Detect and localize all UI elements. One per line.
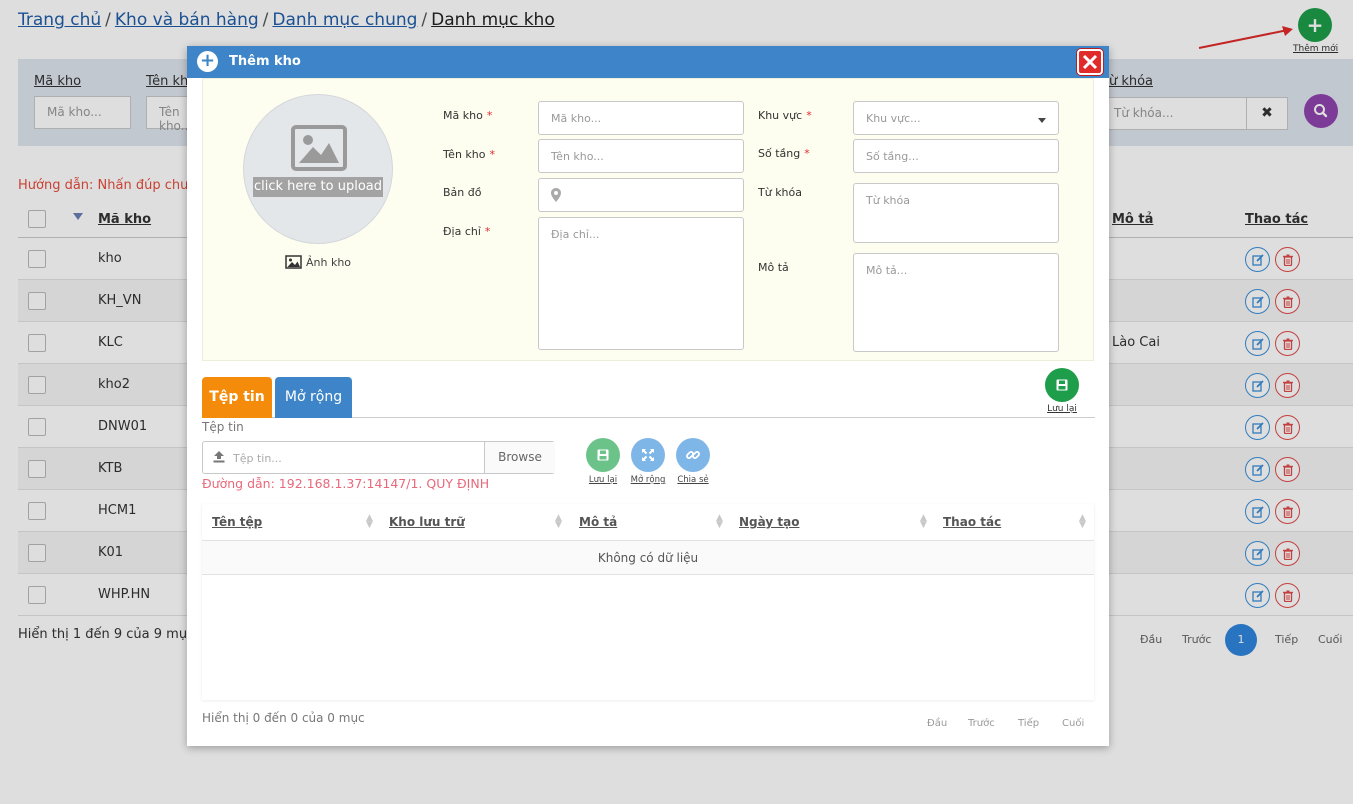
file-placeholder: Tệp tin... <box>233 452 282 465</box>
required-marker: * <box>484 225 491 238</box>
tab-extend[interactable]: Mở rộng <box>275 377 352 418</box>
file-table-show-info: Hiển thị 0 đến 0 của 0 mục <box>202 711 365 725</box>
save-button[interactable]: Lưu lại <box>1045 368 1079 414</box>
add-warehouse-modal: + Thêm kho click here to upload Ảnh kho … <box>187 46 1109 746</box>
plus-circle-icon: + <box>197 51 218 72</box>
modal-tabs: Tệp tin Mở rộng <box>202 377 1095 418</box>
file-expand-button[interactable]: Mở rộng <box>629 438 667 485</box>
khu-vuc-placeholder: Khu vực... <box>866 112 921 125</box>
file-save-button[interactable]: Lưu lại <box>584 438 622 485</box>
so-tang-label-text: Số tầng <box>758 147 801 160</box>
tab-files[interactable]: Tệp tin <box>202 377 272 418</box>
file-pager-next[interactable]: Tiếp <box>1018 718 1039 729</box>
expand-icon <box>642 449 654 461</box>
upload-caption: click here to upload <box>253 177 383 197</box>
browse-button[interactable]: Browse <box>484 442 555 473</box>
file-save-circle <box>586 438 620 472</box>
required-marker: * <box>806 109 812 122</box>
file-table: Tên tệp ▲ ▼ Kho lưu trữ ▲ ▼ Mô tả ▲ ▼ Ngày … <box>202 504 1094 700</box>
chevron-down-icon <box>1038 118 1046 123</box>
modal-title: Thêm kho <box>229 54 301 69</box>
ma-kho-input[interactable]: Mã kho... <box>538 101 744 135</box>
file-pager-first[interactable]: Đầu <box>927 718 947 729</box>
floppy-disk-icon <box>1056 379 1068 391</box>
col-description[interactable]: Mô tả <box>579 515 617 529</box>
close-icon <box>1082 54 1098 70</box>
image-caption: Ảnh kho <box>285 255 351 269</box>
file-expand-label: Mở rộng <box>630 475 666 485</box>
file-path: Đường dẫn: 192.168.1.37:14147/1. QUY ĐỊN… <box>202 476 490 491</box>
upload-icon <box>213 451 225 463</box>
file-pager-prev[interactable]: Trước <box>968 718 995 729</box>
ten-kho-label: Tên kho * <box>443 148 495 161</box>
file-picker[interactable]: Tệp tin... Browse <box>202 441 555 474</box>
col-created-date[interactable]: Ngày tạo <box>739 515 799 529</box>
ma-kho-label-text: Mã kho <box>443 109 483 122</box>
ban-do-label: Bản đồ <box>443 186 482 199</box>
col-storage[interactable]: Kho lưu trữ <box>389 515 465 529</box>
image-caption-text: Ảnh kho <box>306 256 352 269</box>
file-section-label: Tệp tin <box>202 420 244 434</box>
so-tang-input[interactable]: Số tầng... <box>853 139 1059 173</box>
ten-kho-input[interactable]: Tên kho... <box>538 139 744 173</box>
floppy-disk-icon <box>597 449 609 461</box>
so-tang-label: Số tầng * <box>758 147 810 160</box>
dia-chi-label-text: Địa chỉ <box>443 225 481 238</box>
file-expand-circle <box>631 438 665 472</box>
dia-chi-label: Địa chỉ * <box>443 225 490 238</box>
file-pager-last[interactable]: Cuối <box>1062 718 1084 729</box>
save-circle <box>1045 368 1079 402</box>
mo-ta-label: Mô tả <box>758 261 789 274</box>
file-share-circle <box>676 438 710 472</box>
col-file-name[interactable]: Tên tệp <box>212 515 262 529</box>
map-marker-icon <box>551 188 561 202</box>
close-modal-button[interactable] <box>1077 49 1103 75</box>
khu-vuc-label: Khu vực * <box>758 109 812 122</box>
file-table-header: Tên tệp ▲ ▼ Kho lưu trữ ▲ ▼ Mô tả ▲ ▼ Ngày … <box>202 504 1094 541</box>
file-share-button[interactable]: Chia sẻ <box>674 438 712 485</box>
mo-ta-textarea[interactable]: Mô tả... <box>853 253 1059 352</box>
required-marker: * <box>804 147 810 160</box>
modal-header: + Thêm kho <box>187 46 1109 78</box>
file-share-label: Chia sẻ <box>677 475 709 485</box>
empty-table-message: Không có dữ liệu <box>202 541 1094 575</box>
sort-icon[interactable]: ▲ ▼ <box>1079 514 1086 530</box>
required-marker: * <box>486 109 493 122</box>
image-placeholder-icon <box>291 125 347 171</box>
link-icon <box>686 451 700 459</box>
required-marker: * <box>489 148 495 161</box>
image-upload-area[interactable]: click here to upload <box>243 94 393 244</box>
sort-icon[interactable]: ▲ ▼ <box>366 514 373 530</box>
dia-chi-textarea[interactable]: Địa chỉ... <box>538 217 744 350</box>
khu-vuc-select[interactable]: Khu vực... <box>853 101 1059 135</box>
ban-do-input[interactable] <box>538 178 744 212</box>
tu-khoa-label: Từ khóa <box>758 186 802 199</box>
save-label: Lưu lại <box>1047 404 1077 414</box>
sort-icon[interactable]: ▲ ▼ <box>716 514 723 530</box>
tu-khoa-textarea[interactable]: Từ khóa <box>853 183 1059 243</box>
sort-icon[interactable]: ▲ ▼ <box>920 514 927 530</box>
file-save-label: Lưu lại <box>588 475 618 485</box>
image-icon <box>285 255 302 269</box>
col-file-action[interactable]: Thao tác <box>943 515 1001 529</box>
khu-vuc-label-text: Khu vực <box>758 109 803 122</box>
warehouse-form: click here to upload Ảnh kho Mã kho * Mã … <box>202 78 1094 361</box>
sort-icon[interactable]: ▲ ▼ <box>555 514 562 530</box>
ma-kho-label: Mã kho * <box>443 109 492 122</box>
ten-kho-label-text: Tên kho <box>443 148 486 161</box>
